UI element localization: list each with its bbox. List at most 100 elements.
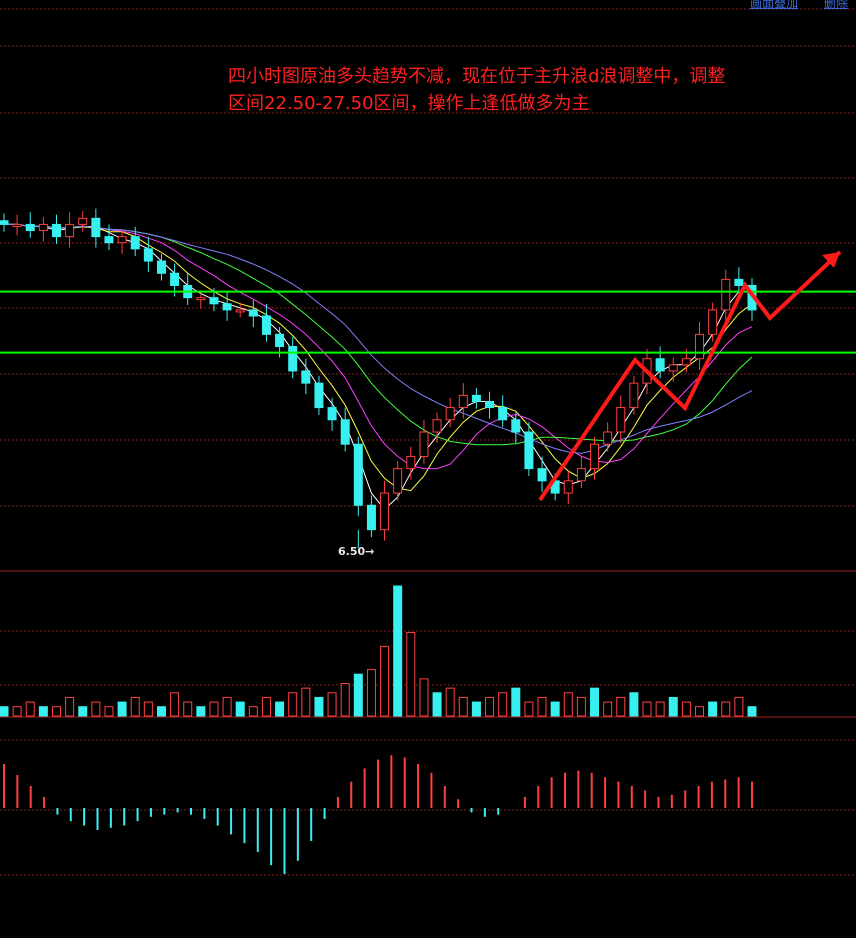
candle-body bbox=[603, 431, 613, 445]
volume-bar bbox=[340, 683, 350, 717]
volume-bar bbox=[681, 701, 691, 717]
volume-bar bbox=[183, 701, 193, 717]
candle-body bbox=[301, 370, 311, 384]
candle-body bbox=[734, 278, 744, 286]
volume-bar bbox=[222, 696, 232, 717]
volume-bar bbox=[248, 706, 258, 717]
volume-bar bbox=[550, 701, 560, 717]
volume-bar bbox=[353, 673, 363, 717]
candle-body bbox=[51, 223, 61, 238]
candle-body bbox=[235, 309, 245, 313]
candle-body bbox=[156, 260, 166, 274]
volume-bar bbox=[130, 696, 140, 717]
candle-body bbox=[196, 297, 206, 301]
volume-bar bbox=[432, 692, 442, 717]
volume-bar bbox=[38, 706, 48, 717]
candle-body bbox=[616, 407, 626, 433]
volume-bar bbox=[524, 701, 534, 717]
volume-bar bbox=[695, 706, 705, 717]
candle-body bbox=[629, 382, 639, 409]
candle-body bbox=[340, 419, 350, 445]
volume-bar bbox=[537, 696, 547, 717]
candle-body bbox=[668, 364, 678, 372]
volume-bar bbox=[380, 645, 390, 717]
price-chart bbox=[0, 0, 856, 938]
candle-body bbox=[511, 419, 521, 433]
candle-body bbox=[366, 504, 376, 531]
candle-body bbox=[117, 236, 127, 244]
volume-bar bbox=[708, 701, 718, 717]
candle-body bbox=[353, 443, 363, 506]
volume-bar bbox=[51, 706, 61, 717]
candle-body bbox=[576, 468, 586, 482]
candle-body bbox=[721, 278, 731, 311]
volume-bar bbox=[143, 701, 153, 717]
candle-body bbox=[537, 468, 547, 482]
delete-link[interactable]: 删除 bbox=[824, 0, 848, 10]
volume-bar bbox=[209, 701, 219, 717]
candle-body bbox=[104, 236, 114, 244]
overlay-link[interactable]: 画面叠加 bbox=[750, 0, 798, 10]
volume-bar bbox=[314, 696, 324, 717]
volume-bar bbox=[0, 706, 9, 717]
volume-bar bbox=[576, 696, 586, 717]
volume-bar bbox=[616, 696, 626, 717]
candle-body bbox=[380, 492, 390, 531]
volume-bar bbox=[445, 687, 455, 717]
volume-bar bbox=[117, 701, 127, 717]
candle-body bbox=[498, 407, 508, 421]
low-arrow-icon: → bbox=[365, 545, 375, 558]
volume-bar bbox=[590, 687, 600, 717]
candle-body bbox=[12, 223, 22, 227]
candle-body bbox=[130, 236, 140, 250]
volume-bar bbox=[301, 687, 311, 717]
candle-body bbox=[38, 223, 48, 232]
candle-body bbox=[222, 303, 232, 311]
volume-bar bbox=[288, 692, 298, 717]
volume-bar bbox=[419, 678, 429, 717]
analysis-annotation: 四小时图原油多头趋势不减，现在位于主升浪d浪调整中，调整区间22.50-27.5… bbox=[228, 66, 726, 114]
candle-body bbox=[681, 358, 691, 366]
candle-body bbox=[0, 220, 9, 225]
volume-bar bbox=[471, 701, 481, 717]
volume-bar bbox=[629, 692, 639, 717]
volume-bar bbox=[668, 696, 678, 717]
volume-bar bbox=[25, 701, 35, 717]
candle-body bbox=[708, 309, 718, 335]
volume-bar bbox=[458, 696, 468, 717]
top-toolbar: 画面叠加 删除 bbox=[728, 0, 848, 11]
candle-body bbox=[445, 407, 455, 421]
candle-body bbox=[590, 443, 600, 470]
candle-body bbox=[143, 248, 153, 262]
volume-bar bbox=[603, 701, 613, 717]
volume-bar bbox=[655, 701, 665, 717]
candle-body bbox=[65, 223, 75, 238]
candle-body bbox=[209, 297, 219, 305]
volume-bar bbox=[511, 687, 521, 717]
candle-body bbox=[419, 431, 429, 457]
candle-body bbox=[25, 223, 35, 232]
candle-body bbox=[91, 217, 101, 238]
volume-bar bbox=[563, 692, 573, 717]
candle-body bbox=[393, 468, 403, 494]
volume-bar bbox=[406, 631, 416, 717]
candle-body bbox=[327, 407, 337, 421]
candle-body bbox=[261, 315, 271, 335]
candle-body bbox=[655, 358, 665, 372]
candle-body bbox=[524, 431, 534, 470]
candle-body bbox=[314, 382, 324, 409]
candle-body bbox=[288, 346, 298, 372]
volume-bar bbox=[366, 669, 376, 717]
volume-bar bbox=[734, 696, 744, 717]
volume-bar bbox=[104, 706, 114, 717]
volume-bar bbox=[91, 701, 101, 717]
candle-body bbox=[485, 400, 495, 409]
volume-bar bbox=[747, 706, 757, 717]
candle-body bbox=[406, 455, 416, 470]
volume-bar bbox=[721, 701, 731, 717]
volume-bar bbox=[196, 706, 206, 717]
candle-body bbox=[275, 333, 285, 348]
volume-bar bbox=[275, 701, 285, 717]
volume-bar bbox=[498, 692, 508, 717]
candle-body bbox=[170, 272, 180, 286]
